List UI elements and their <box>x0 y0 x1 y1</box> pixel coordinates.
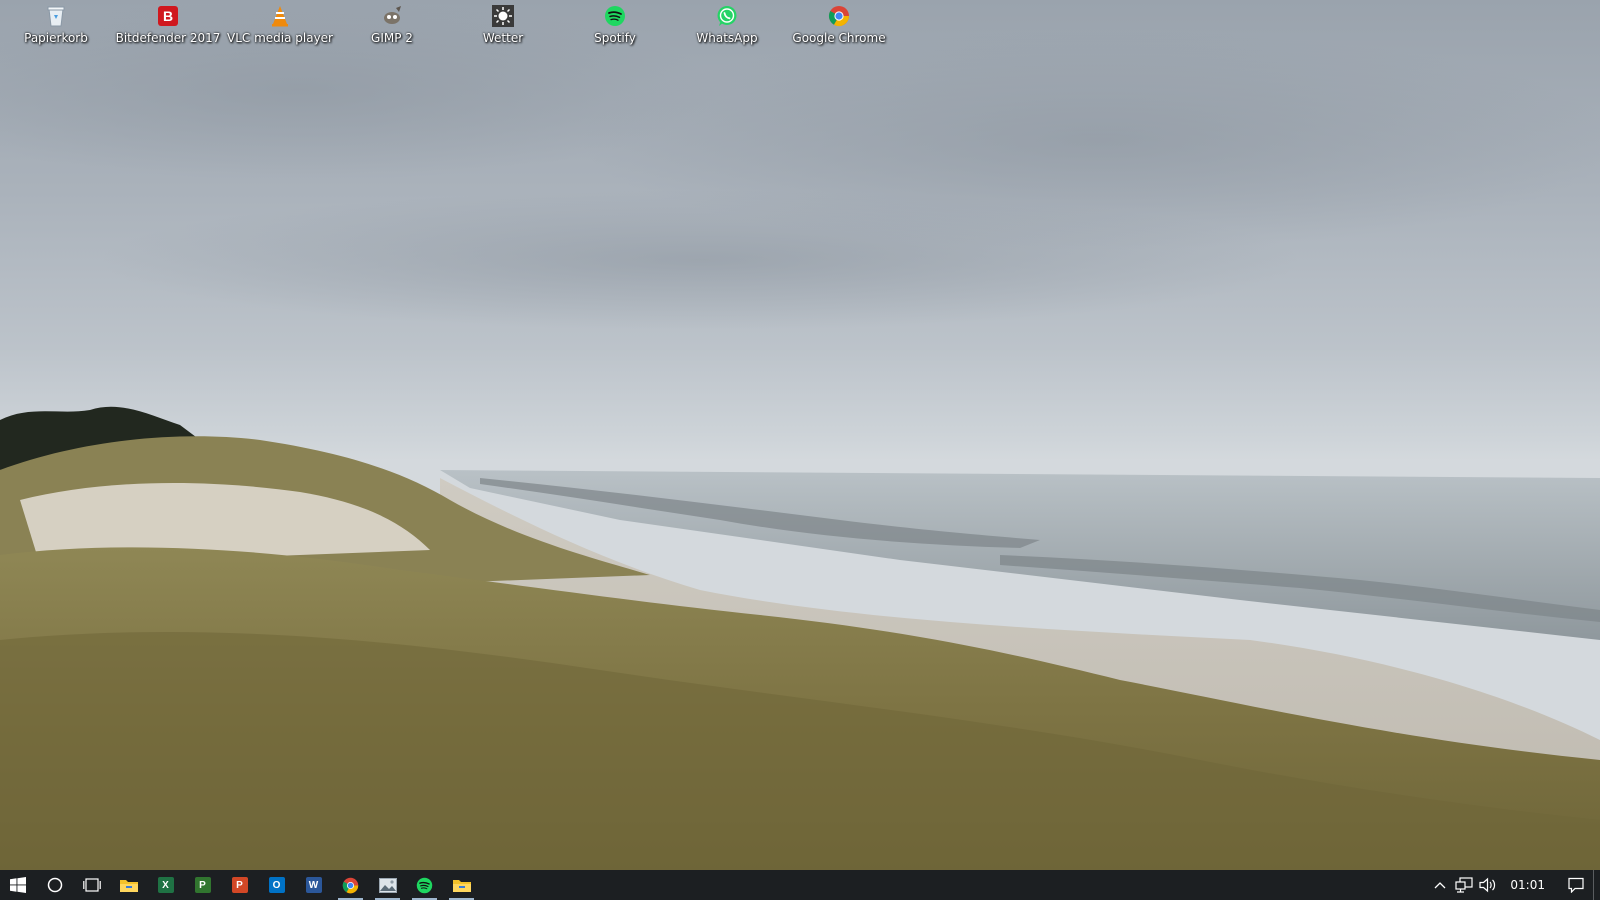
gimp-icon <box>380 4 404 28</box>
powerpoint-letter: P <box>236 879 243 891</box>
taskbar-clock[interactable]: 01:01 <box>1500 878 1559 892</box>
whatsapp-icon <box>715 4 739 28</box>
taskbar: X P P O W 01:01 <box>0 870 1600 900</box>
taskbar-app-project[interactable]: P <box>184 870 221 900</box>
taskbar-app-word[interactable]: W <box>295 870 332 900</box>
excel-letter: X <box>162 879 169 891</box>
desktop-icon-label: Google Chrome <box>792 31 886 45</box>
excel-icon: X <box>157 877 174 893</box>
taskbar-app-chrome[interactable] <box>332 870 369 900</box>
desktop-icon-label: Papierkorb <box>24 31 88 45</box>
desktop-icon-grid: Papierkorb B Bitdefender 2017 VLC media … <box>0 0 1600 60</box>
chevron-up-icon <box>1434 882 1446 889</box>
desktop-icon-google-chrome[interactable]: Google Chrome <box>784 4 894 52</box>
desktop-icon-bitdefender[interactable]: B Bitdefender 2017 <box>113 4 223 52</box>
weather-sun-icon <box>491 4 515 28</box>
spotify-icon <box>603 4 627 28</box>
taskbar-app-spotify[interactable] <box>406 870 443 900</box>
spotify-icon <box>416 877 433 893</box>
windows-logo-icon <box>10 877 26 893</box>
desktop-wallpaper <box>0 0 1600 870</box>
desktop-icon-spotify[interactable]: Spotify <box>560 4 670 52</box>
desktop-icon-vlc[interactable]: VLC media player <box>225 4 335 52</box>
desktop-icon-weather[interactable]: Wetter <box>448 4 558 52</box>
network-button[interactable] <box>1452 870 1476 900</box>
cortana-search-button[interactable] <box>36 870 73 900</box>
outlook-icon: O <box>268 877 285 893</box>
vlc-cone-icon <box>268 4 292 28</box>
start-button[interactable] <box>0 870 36 900</box>
outlook-letter: O <box>272 879 281 891</box>
chrome-icon <box>342 877 359 893</box>
chrome-icon <box>827 4 851 28</box>
word-icon: W <box>305 877 322 893</box>
volume-icon <box>1479 877 1496 893</box>
word-letter: W <box>308 879 319 891</box>
volume-button[interactable] <box>1476 870 1500 900</box>
task-view-icon <box>82 878 101 892</box>
desktop-icon-label: VLC media player <box>226 31 333 45</box>
wallpaper-landscape <box>0 0 1600 870</box>
recycle-bin-icon <box>44 4 68 28</box>
project-icon: P <box>194 877 211 893</box>
network-icon <box>1455 877 1474 893</box>
file-explorer-icon <box>452 879 471 892</box>
task-view-button[interactable] <box>73 870 110 900</box>
desktop-icon-gimp[interactable]: GIMP 2 <box>337 4 447 52</box>
action-center-icon <box>1568 877 1584 893</box>
taskbar-app-photos[interactable] <box>369 870 406 900</box>
show-hidden-icons-button[interactable] <box>1428 870 1452 900</box>
taskbar-app-file-explorer[interactable] <box>110 870 147 900</box>
desktop-icon-label: Bitdefender 2017 <box>115 31 221 45</box>
taskbar-app-outlook[interactable]: O <box>258 870 295 900</box>
photos-icon <box>378 877 397 893</box>
desktop-icon-recycle-bin[interactable]: Papierkorb <box>1 4 111 52</box>
desktop-icon-whatsapp[interactable]: WhatsApp <box>672 4 782 52</box>
show-desktop-button[interactable] <box>1593 870 1600 900</box>
desktop-icon-label: WhatsApp <box>696 31 758 45</box>
taskbar-app-powerpoint[interactable]: P <box>221 870 258 900</box>
system-tray: 01:01 <box>1428 870 1600 900</box>
taskbar-app-excel[interactable]: X <box>147 870 184 900</box>
desktop-icon-label: Wetter <box>482 31 524 45</box>
cortana-circle-icon <box>47 877 62 893</box>
project-letter: P <box>199 879 206 891</box>
desktop-icon-label: Spotify <box>594 31 636 45</box>
file-explorer-icon <box>119 879 138 892</box>
powerpoint-icon: P <box>231 877 248 893</box>
taskbar-app-file-explorer-2[interactable] <box>443 870 480 900</box>
desktop-icon-label: GIMP 2 <box>371 31 413 45</box>
action-center-button[interactable] <box>1559 870 1593 900</box>
svg-text:B: B <box>163 8 173 24</box>
bitdefender-icon: B <box>156 4 180 28</box>
